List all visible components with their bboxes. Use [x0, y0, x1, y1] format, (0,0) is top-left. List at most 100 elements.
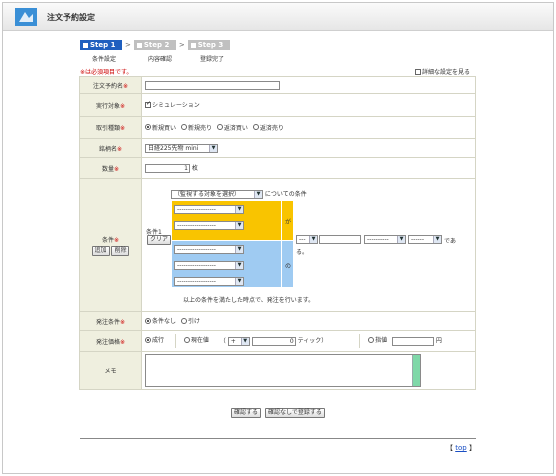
- chevron-down-icon: ▼: [240, 337, 249, 345]
- clear-button[interactable]: クリア: [147, 235, 172, 245]
- flag-icon: [15, 8, 37, 26]
- limit-radio[interactable]: [368, 336, 375, 343]
- condition-right-select-2[interactable]: ------------------ ▼: [174, 261, 244, 270]
- step-marker-icon: [136, 42, 142, 48]
- step-separator: >: [178, 41, 185, 49]
- step-indicator: Step 1 > Step 2 > Step 3: [80, 40, 230, 50]
- simulation-option[interactable]: シミュレーション: [145, 100, 200, 109]
- row-order-name: 注文予約名※: [79, 76, 476, 94]
- symbol-select[interactable]: 日経225先物 mini ▼: [145, 143, 218, 153]
- limit-price-input[interactable]: [392, 336, 434, 346]
- market-option[interactable]: 成行: [145, 335, 164, 344]
- symbol-label: 銘柄名※: [79, 138, 142, 158]
- trade-type-option-label: 新規売り: [187, 124, 212, 132]
- trade-type-option[interactable]: 新規売り: [180, 123, 212, 132]
- order-price-label: 発注価格※: [79, 330, 142, 352]
- row-symbol: 銘柄名※ 日経225先物 mini ▼: [79, 138, 476, 158]
- chevron-down-icon: ▼: [235, 262, 243, 269]
- confirm-button[interactable]: 確認する: [231, 408, 262, 418]
- row-condition: 条件※ 追加 削除 （監視する対象を選択） ▼ についての条件 条件1 クリア -…: [79, 178, 476, 312]
- chevron-down-icon: ▼: [397, 236, 405, 243]
- price-divider: [174, 334, 176, 348]
- memo-label: メモ: [79, 351, 142, 390]
- row-quantity: 数量※ 1 枚: [79, 157, 476, 179]
- step-2-caption: 内容確認: [148, 56, 173, 63]
- trade-type-radio[interactable]: [180, 124, 187, 131]
- compare-select[interactable]: ---------- ▼: [364, 235, 406, 244]
- trade-type-option-label: 返済売り: [259, 124, 284, 132]
- trade-type-option[interactable]: 返済売り: [252, 123, 284, 132]
- target-select[interactable]: （監視する対象を選択） ▼: [171, 190, 263, 199]
- limit-option[interactable]: 指値: [368, 335, 387, 344]
- condition-left-select-2[interactable]: ------------------ ▼: [174, 221, 244, 230]
- order-name-input[interactable]: [145, 80, 280, 90]
- detail-toggle[interactable]: 詳細な設定を見る: [415, 67, 470, 76]
- step-3-label: Step 3: [197, 41, 224, 49]
- compare-value-input[interactable]: [319, 235, 361, 244]
- top-link[interactable]: top: [455, 444, 466, 452]
- chevron-down-icon: ▼: [235, 278, 243, 285]
- step-separator: >: [125, 41, 131, 49]
- sign-select[interactable]: + ▼: [227, 336, 250, 346]
- order-condition-radio[interactable]: [180, 317, 187, 324]
- chevron-down-icon: ▼: [235, 206, 243, 213]
- step-1-label: Step 1: [90, 41, 116, 49]
- order-condition-radio[interactable]: [145, 317, 151, 324]
- order-condition-option-label: 条件なし: [152, 318, 177, 326]
- simulation-label: シミュレーション: [152, 102, 200, 110]
- action-buttons: 確認する 確認なしで登録する: [231, 408, 325, 418]
- row-trade-type: 取引種類※ 新規買い 新規売り 返済買い 返済売り: [79, 116, 476, 139]
- trade-type-option[interactable]: 返済買い: [216, 123, 248, 132]
- price-divider: [359, 334, 361, 348]
- condition-left-select-1[interactable]: ------------------ ▼: [174, 205, 244, 214]
- condition-right-select-1[interactable]: ------------------ ▼: [174, 245, 244, 254]
- tail-text: であ: [444, 238, 456, 245]
- row-execution: 実行対象※ シミュレーション: [79, 93, 476, 117]
- current-price-label: 現在値: [190, 337, 209, 344]
- step-2-label: Step 2: [143, 41, 170, 49]
- order-form: 注文予約名※ 実行対象※ シミュレーション 取引種類※ 新規買い 新規売り 返済…: [79, 76, 476, 390]
- target-row: （監視する対象を選択） ▼ についての条件: [171, 189, 307, 199]
- order-name-cell: [141, 76, 476, 94]
- operator-select[interactable]: --- ▼: [296, 235, 318, 244]
- condition-right-select-3[interactable]: ------------------ ▼: [174, 277, 244, 286]
- chevron-down-icon: ▼: [235, 222, 243, 229]
- tail-text-2: る。: [296, 249, 309, 256]
- register-without-confirm-button[interactable]: 確認なしで登録する: [265, 408, 325, 418]
- order-condition-option[interactable]: 条件なし: [145, 316, 176, 325]
- chevron-down-icon: ▼: [309, 236, 317, 243]
- order-condition-option[interactable]: 引け: [180, 316, 200, 325]
- trade-type-option-label: 返済買い: [223, 124, 248, 132]
- current-price-radio[interactable]: [183, 336, 190, 343]
- quantity-unit: 枚: [191, 165, 198, 172]
- market-label: 成行: [152, 337, 165, 344]
- chevron-down-icon: ▼: [433, 236, 441, 243]
- trade-type-radio[interactable]: [216, 124, 223, 131]
- row-order-price: 発注価格※ 成行 現在値 （ + ▼ 0 ティック） 指値 円: [79, 330, 476, 352]
- add-condition-button[interactable]: 追加: [91, 245, 110, 256]
- order-condition-label: 発注条件※: [79, 311, 142, 331]
- simulation-checkbox[interactable]: [145, 100, 151, 108]
- tick-input[interactable]: 0: [251, 336, 296, 346]
- trade-type-radio[interactable]: [252, 124, 259, 131]
- chevron-down-icon: ▼: [254, 191, 262, 198]
- limit-label: 指値: [375, 337, 388, 344]
- trade-type-radio[interactable]: [145, 124, 151, 131]
- step-marker-icon: [83, 42, 88, 48]
- tick-suffix: ティック）: [297, 337, 328, 345]
- condition-label-cell: 条件※ 追加 削除: [79, 178, 142, 312]
- memo-textarea[interactable]: [145, 354, 421, 387]
- detail-checkbox[interactable]: [415, 68, 421, 75]
- chevron-down-icon: ▼: [209, 144, 217, 152]
- delete-condition-button[interactable]: 削除: [111, 245, 130, 256]
- divider: [80, 438, 476, 439]
- quantity-label: 数量※: [79, 157, 142, 179]
- row-order-condition: 発注条件※ 条件なし 引け: [79, 311, 476, 331]
- quantity-input[interactable]: 1: [145, 164, 190, 173]
- order-condition-cell: 条件なし 引け: [141, 311, 476, 331]
- memo-scrollbar[interactable]: [412, 355, 420, 386]
- trade-type-option[interactable]: 新規買い: [145, 123, 176, 132]
- tail-select[interactable]: ------ ▼: [408, 235, 442, 244]
- market-radio[interactable]: [145, 336, 151, 343]
- current-price-option[interactable]: 現在値: [183, 335, 209, 344]
